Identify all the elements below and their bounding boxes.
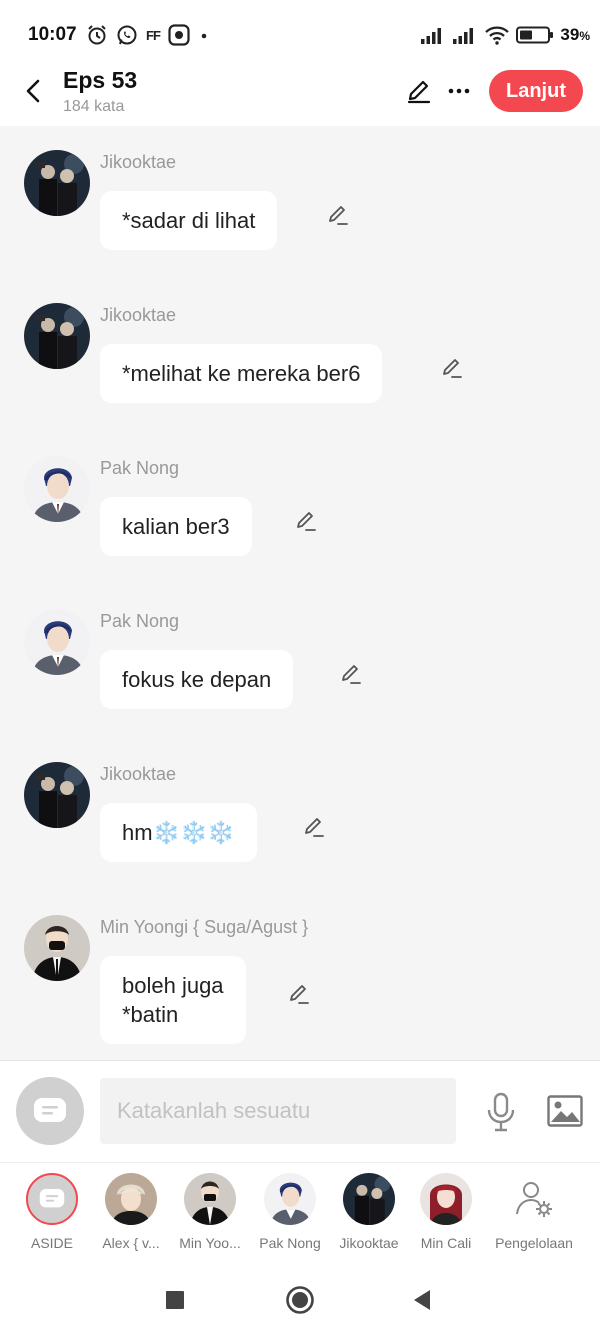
message-bubble[interactable]: hm❄️❄️❄️ [100,803,257,862]
pencil-icon [443,359,462,378]
screen-record-icon [168,24,190,46]
sender-name: Jikooktae [100,764,177,784]
avatar [105,1173,157,1225]
avatar-jikooktae[interactable] [24,303,90,369]
microphone-icon [487,1092,515,1132]
message-bubble[interactable]: *sadar di lihat [100,191,278,250]
edit-message-button[interactable] [299,812,329,842]
edit-message-button[interactable] [323,200,353,230]
avatar-yoongi[interactable] [24,915,90,981]
more-button[interactable] [444,74,474,108]
message-bubble[interactable]: boleh juga *batin [100,956,246,1044]
aside-toggle-button[interactable] [16,1077,84,1145]
pencil-icon [329,206,348,225]
pencil-icon [342,665,361,684]
sender-name: Jikooktae [100,152,177,172]
home-circle-icon [286,1286,314,1314]
status-bar: 10:07 FF 39% [0,0,600,64]
edit-message-button[interactable] [437,353,467,383]
message-bubble[interactable]: kalian ber3 [100,497,252,556]
edit-message-button[interactable] [284,979,314,1009]
message-bubble[interactable]: *melihat ke mereka ber6 [100,344,383,403]
character-paknong[interactable]: Pak Nong [245,1173,335,1255]
pencil-icon [290,985,309,1004]
character-label: ASIDE [30,1235,73,1251]
avatar [264,1173,316,1225]
ff-icon: FF [146,27,161,43]
home-button[interactable] [282,1282,318,1318]
chat-bubble-icon [34,1098,66,1122]
manage-characters-button[interactable]: Pengelolaan [489,1173,579,1255]
character-label: Pengelolaan [495,1235,573,1251]
signal-icon [453,28,474,44]
status-time: 10:07 [28,24,77,45]
character-yoongi[interactable]: Min Yoo... [165,1173,255,1255]
chevron-left-icon [26,79,40,103]
system-nav-bar [0,1262,600,1333]
word-count: 184 kata [63,98,125,115]
message-input[interactable] [100,1078,456,1144]
edit-message-button[interactable] [336,659,366,689]
edit-button[interactable] [402,74,436,108]
input-bar [0,1060,600,1162]
character-label: Alex { v... [102,1235,160,1251]
pencil-icon [407,80,431,104]
character-alex[interactable]: Alex { v... [86,1173,176,1255]
manage-icon-wrap [508,1173,560,1225]
edit-message-button[interactable] [291,506,321,536]
signal-icon [421,28,442,44]
status-icons-left: FF [86,24,210,46]
more-icon [448,88,470,94]
pencil-icon [297,512,316,531]
sender-name: Jikooktae [100,305,177,325]
recents-button[interactable] [157,1282,193,1318]
chat-area[interactable]: Jikooktae *sadar di lihat Jikooktae *mel… [0,126,600,1060]
page-title: Eps 53 [63,67,138,93]
voice-button[interactable] [484,1091,518,1133]
aside-avatar [26,1173,78,1225]
continue-button[interactable]: Lanjut [489,70,583,112]
whatsapp-icon [117,25,137,45]
avatar [343,1173,395,1225]
avatar-jikooktae[interactable] [24,762,90,828]
character-bar: ASIDE Alex { v... Min Yoo... Pak Nong Ji… [0,1162,600,1262]
avatar-paknong[interactable] [24,456,90,522]
character-aside[interactable]: ASIDE [7,1173,97,1255]
sender-name: Pak Nong [100,611,180,631]
image-icon [547,1095,583,1127]
image-button[interactable] [546,1094,584,1128]
alarm-icon [88,25,106,45]
back-button[interactable] [16,74,50,108]
character-label: Pak Nong [259,1235,321,1251]
sender-name: Pak Nong [100,458,180,478]
square-icon [166,1291,184,1309]
chat-bubble-icon [39,1189,65,1208]
avatar [184,1173,236,1225]
back-nav-button[interactable] [404,1282,440,1318]
battery-percent: 39% [560,25,590,44]
triangle-back-icon [414,1290,430,1310]
sender-name: Min Yoongi { Suga/Agust } [100,917,309,937]
message-bubble[interactable]: fokus ke depan [100,650,294,709]
character-label: Min Cali [420,1235,472,1251]
avatar-paknong[interactable] [24,609,90,675]
dot-icon [201,33,207,39]
manage-users-icon [516,1182,552,1217]
character-mincali[interactable]: Min Cali [401,1173,491,1255]
battery-icon [516,26,554,44]
avatar [420,1173,472,1225]
character-label: Min Yoo... [179,1235,241,1251]
avatar-jikooktae[interactable] [24,150,90,216]
status-icons-right: 39% [420,24,590,46]
header: Eps 53 184 kata Lanjut [0,64,600,126]
wifi-icon [485,26,510,45]
pencil-icon [305,818,324,837]
